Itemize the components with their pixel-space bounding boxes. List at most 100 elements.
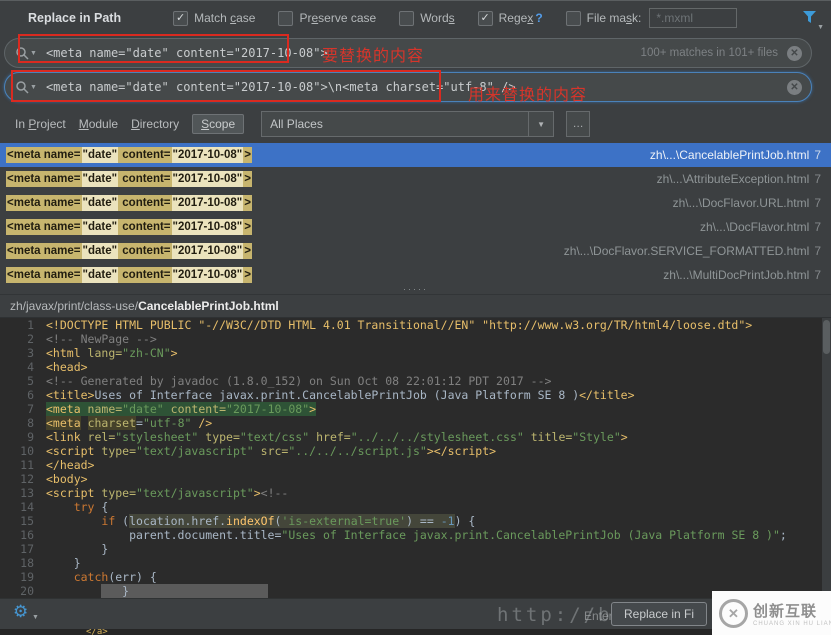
match-segment: "date" (82, 243, 119, 259)
code-text: parent.document.title="Uses of Interface… (46, 528, 787, 542)
splitter-handle[interactable]: ····· (0, 287, 831, 295)
option-label: Match case (194, 11, 255, 25)
code-text: if (location.href.indexOf('is-external=t… (46, 514, 475, 528)
checkbox-words[interactable] (399, 11, 414, 26)
scrollbar[interactable] (822, 318, 831, 598)
regex-help-link[interactable]: ? (535, 11, 542, 25)
code-text: <!DOCTYPE HTML PUBLIC "-//W3C//DTD HTML … (46, 318, 752, 332)
match-segment: "2017-10-08" (172, 267, 244, 283)
search-icon[interactable]: ▼ (15, 46, 37, 60)
line-number: 5 (0, 374, 34, 388)
brand-logo-icon: ✕ (719, 599, 748, 628)
replace-query[interactable]: <meta name="date" content="2017-10-08">\… (46, 80, 516, 94)
match-count-label: 100+ matches in 101+ files (641, 47, 778, 59)
search-icon[interactable]: ▼ (15, 80, 37, 94)
match-segment: "2017-10-08" (172, 147, 244, 163)
clear-replace-icon[interactable]: ✕ (787, 80, 802, 95)
clear-search-icon[interactable]: ✕ (787, 46, 802, 61)
code-text: try { (46, 500, 108, 514)
brand-name: 创新互联 (753, 600, 831, 621)
code-line: 9<link rel="stylesheet" type="text/css" … (0, 430, 831, 444)
search-field[interactable]: ▼ <meta name="date" content="2017-10-08"… (4, 38, 812, 68)
code-line: 5<!-- Generated by javadoc (1.8.0_152) o… (0, 374, 831, 388)
match-text: <meta name="date" content="2017-10-08"> (6, 171, 252, 187)
background-code-fragment: </a> (86, 629, 108, 635)
match-segment: "date" (82, 219, 119, 235)
match-segment: > (243, 171, 252, 187)
replace-in-path-dialog: Replace in Path ✓Match casePreserve case… (0, 0, 831, 635)
code-line: 19 catch(err) { (0, 570, 831, 584)
checkbox-file-mask[interactable] (566, 11, 581, 26)
scope-tab-in-project[interactable]: In Project (15, 117, 66, 131)
ghost-label: Enter (584, 609, 613, 623)
result-row[interactable]: <meta name="date" content="2017-10-08">z… (0, 143, 831, 167)
scope-select[interactable]: All Places ▼ (261, 111, 554, 137)
match-segment: <meta name= (6, 243, 82, 259)
option-match-case[interactable]: ✓ Match case (173, 11, 255, 26)
option-label: Regex (499, 11, 534, 25)
match-segment: "2017-10-08" (172, 195, 244, 211)
match-segment: "2017-10-08" (172, 243, 244, 259)
search-query[interactable]: <meta name="date" content="2017-10-08"> (46, 46, 328, 60)
result-file-label: zh\...\MultiDocPrintJob.html (663, 268, 809, 282)
match-segment: > (243, 147, 252, 163)
result-row[interactable]: <meta name="date" content="2017-10-08">z… (0, 167, 831, 191)
line-number: 16 (0, 528, 34, 542)
line-number: 12 (0, 472, 34, 486)
code-line: 2<!-- NewPage --> (0, 332, 831, 346)
code-text: <html lang="zh-CN"> (46, 346, 178, 360)
checkbox-match-case[interactable]: ✓ (173, 11, 188, 26)
code-line: 20 } (0, 584, 831, 598)
scope-more-button[interactable]: … (566, 111, 590, 137)
match-segment: > (243, 219, 252, 235)
scrollbar-thumb[interactable] (823, 320, 830, 354)
code-text: } (46, 542, 108, 556)
code-lines: 1<!DOCTYPE HTML PUBLIC "-//W3C//DTD HTML… (0, 318, 831, 598)
code-text: <meta charset="utf-8" /> (46, 416, 212, 430)
scope-tab-directory[interactable]: Directory (131, 117, 179, 131)
option-regex[interactable]: ✓ Regex? (478, 11, 543, 26)
match-segment: > (243, 195, 252, 211)
match-segment: <meta name= (6, 195, 82, 211)
result-row[interactable]: <meta name="date" content="2017-10-08">z… (0, 215, 831, 239)
code-line: 4<head> (0, 360, 831, 374)
chevron-down-icon: ▼ (30, 50, 37, 57)
match-text: <meta name="date" content="2017-10-08"> (6, 243, 252, 259)
checkbox-regex[interactable]: ✓ (478, 11, 493, 26)
checkbox-preserve-case[interactable] (278, 11, 293, 26)
result-row[interactable]: <meta name="date" content="2017-10-08">z… (0, 191, 831, 215)
scope-tab-scope[interactable]: Scope (192, 114, 244, 134)
code-line: 18 } (0, 556, 831, 570)
code-line: 12 <body> (0, 472, 831, 486)
code-preview[interactable]: 1<!DOCTYPE HTML PUBLIC "-//W3C//DTD HTML… (0, 318, 831, 598)
code-line: 6<title>Uses of Interface javax.print.Ca… (0, 388, 831, 402)
result-count: 7 (814, 148, 821, 162)
replace-field[interactable]: ▼ <meta name="date" content="2017-10-08"… (4, 72, 812, 102)
scope-tab-module[interactable]: Module (79, 117, 118, 131)
code-text: <!-- NewPage --> (46, 332, 157, 346)
match-segment: content= (118, 171, 171, 187)
result-count: 7 (814, 244, 821, 258)
code-text: <title>Uses of Interface javax.print.Can… (46, 388, 635, 402)
option-preserve-case[interactable]: Preserve case (278, 11, 376, 26)
match-segment: content= (118, 267, 171, 283)
match-text: <meta name="date" content="2017-10-08"> (6, 195, 252, 211)
replace-in-find-button[interactable]: Replace in Fi (611, 602, 707, 626)
result-file-label: zh\...\DocFlavor.SERVICE_FORMATTED.html (564, 244, 810, 258)
gear-icon[interactable]: ⚙ (13, 602, 28, 622)
scope-tabs: In Project Module Directory Scope (15, 114, 244, 134)
result-row[interactable]: <meta name="date" content="2017-10-08"> z… (0, 239, 831, 263)
filter-funnel-icon[interactable]: ▼ (802, 10, 817, 29)
code-line: 17 } (0, 542, 831, 556)
code-line: 7<meta name="date" content="2017-10-08"> (0, 402, 831, 416)
match-segment: "date" (82, 267, 119, 283)
file-mask-input[interactable]: *.mxml (649, 8, 737, 28)
option-file-mask[interactable]: File mask:*.mxml (566, 8, 738, 28)
code-text: <script type="text/javascript" src="../.… (46, 444, 496, 458)
code-line: 8<meta charset="utf-8" /> (0, 416, 831, 430)
line-number: 17 (0, 542, 34, 556)
code-text: <body> (46, 472, 88, 486)
line-number: 18 (0, 556, 34, 570)
chevron-down-icon[interactable]: ▼ (528, 112, 553, 136)
option-words[interactable]: Words (399, 11, 454, 26)
